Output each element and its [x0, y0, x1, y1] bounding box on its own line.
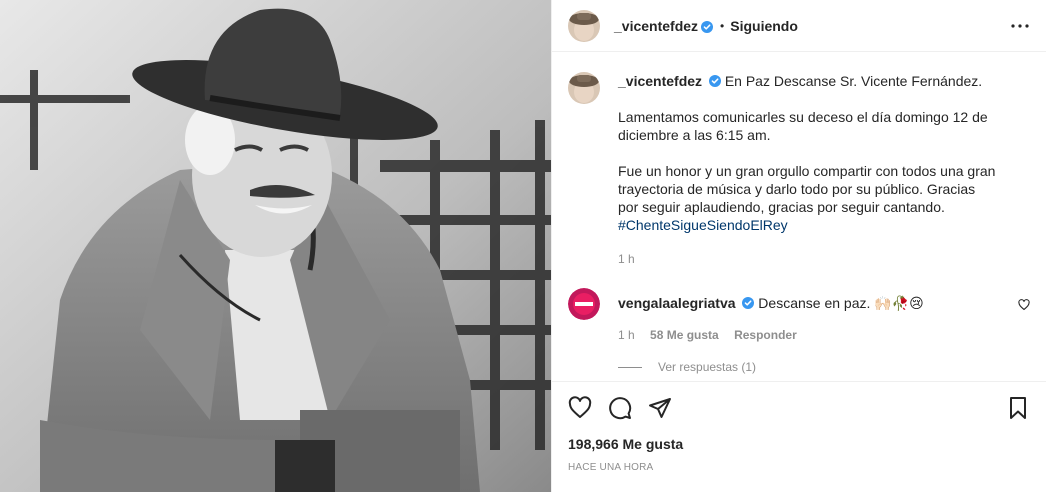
instagram-post: _vicentefdez • Siguiendo _vicentefdez En…	[0, 0, 1046, 492]
post-caption: _vicentefdez En Paz Descanse Sr. Vicente…	[568, 72, 1030, 268]
view-replies-label: Ver respuestas (1)	[658, 360, 757, 374]
action-bar	[552, 381, 1046, 420]
comment-likes[interactable]: 58 Me gusta	[650, 328, 719, 342]
avatar-image	[568, 72, 600, 104]
caption-avatar[interactable]	[568, 72, 600, 104]
hashtag-link[interactable]: #ChenteSigueSiendoElRey	[618, 217, 788, 233]
save-bookmark-icon[interactable]	[1006, 396, 1030, 420]
post-header: _vicentefdez • Siguiendo	[552, 0, 1046, 52]
comment-meta: 1 h 58 Me gusta Responder	[618, 326, 924, 344]
caption-paragraph-3: Fue un honor y un gran orgullo compartir…	[618, 163, 996, 215]
more-options-icon[interactable]	[1010, 16, 1030, 36]
caption-username[interactable]: _vicentefdez	[618, 73, 702, 89]
view-replies-button[interactable]: Ver respuestas (1)	[618, 360, 756, 374]
comment: vengalaalegriatva Descanse en paz. 🙌🏻🥀😢 …	[568, 288, 1030, 344]
photo-image	[0, 0, 551, 492]
caption-text: _vicentefdez En Paz Descanse Sr. Vicente…	[618, 72, 998, 268]
comment-time[interactable]: 1 h	[618, 328, 635, 342]
caption-paragraph-2: Lamentamos comunicarles su deceso el día…	[618, 109, 988, 143]
caption-line1: En Paz Descanse Sr. Vicente Fernández.	[724, 73, 983, 89]
comment-text: Descanse en paz.	[758, 295, 871, 311]
header-separator: •	[720, 18, 725, 33]
comment-text-block: vengalaalegriatva Descanse en paz. 🙌🏻🥀😢 …	[618, 288, 924, 344]
replies-line	[618, 366, 642, 368]
avatar-image	[568, 9, 600, 42]
comment-icon[interactable]	[608, 396, 632, 420]
caption-time[interactable]: 1 h	[618, 250, 998, 268]
post-photo[interactable]	[0, 0, 551, 492]
comment-username[interactable]: vengalaalegriatva	[618, 295, 736, 311]
verified-badge-icon	[742, 295, 755, 309]
comment-like-icon[interactable]	[1018, 298, 1030, 314]
post-time-ago[interactable]: HACE UNA HORA	[568, 462, 653, 473]
following-button[interactable]: Siguiendo	[730, 18, 798, 34]
likes-count[interactable]: 198,966 Me gusta	[568, 436, 683, 452]
verified-badge-icon	[701, 20, 714, 33]
avatar-image	[568, 288, 600, 320]
reply-button[interactable]: Responder	[734, 328, 797, 342]
comment-avatar[interactable]	[568, 288, 600, 320]
comment-emojis: 🙌🏻🥀😢	[874, 295, 924, 311]
author-avatar[interactable]	[568, 9, 600, 42]
verified-badge-icon	[708, 73, 721, 87]
post-panel: _vicentefdez • Siguiendo _vicentefdez En…	[551, 0, 1046, 492]
share-icon[interactable]	[648, 396, 672, 420]
author-username[interactable]: _vicentefdez	[614, 18, 698, 34]
like-icon[interactable]	[568, 396, 592, 420]
